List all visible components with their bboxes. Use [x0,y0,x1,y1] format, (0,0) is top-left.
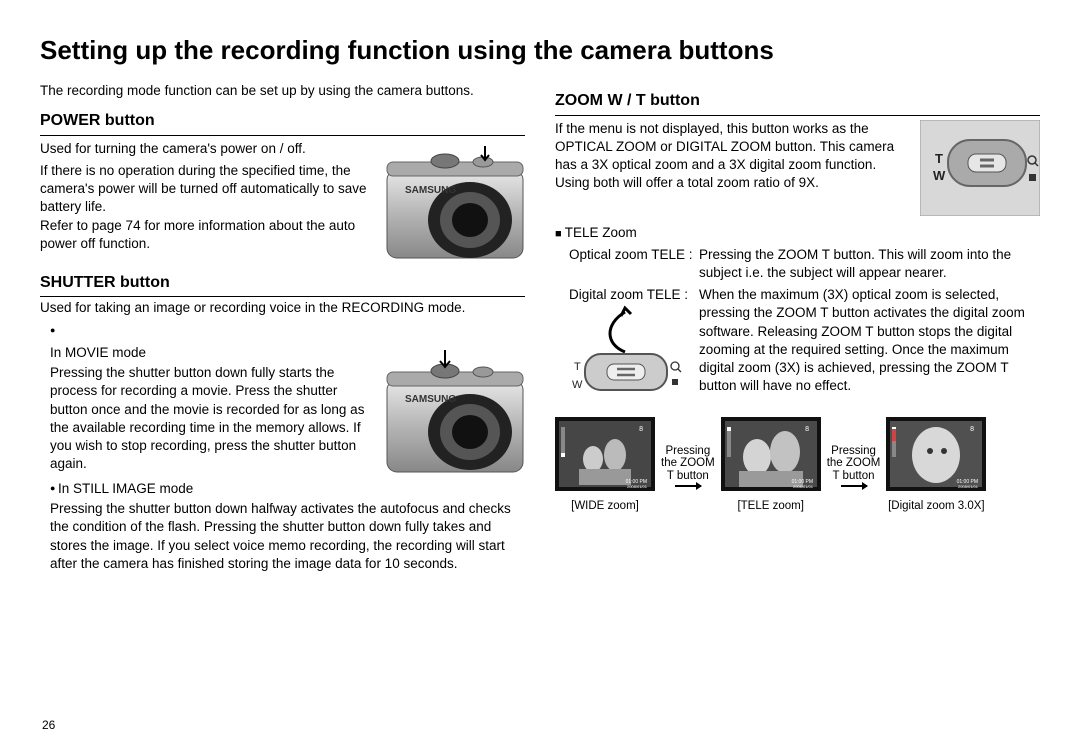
lcd-tele-caption: [TELE zoom] [721,499,821,515]
lcd-digital-zoom-illustration: 8 01:00 PM 2008/01/01 [886,417,986,491]
camera-power-illustration: SAMSUNG [385,140,525,260]
optical-tele-label: Optical zoom TELE : [569,246,699,282]
svg-text:W: W [933,168,946,183]
svg-text:SAMSUNG: SAMSUNG [405,185,456,196]
shutter-heading: SHUTTER button [40,272,525,298]
optical-tele-text: Pressing the ZOOM T button. This will zo… [699,246,1040,282]
zoom-heading: ZOOM W / T button [555,90,1040,116]
svg-text:8: 8 [805,426,809,433]
camera-shutter-illustration: SAMSUNG [385,344,525,474]
svg-text:8: 8 [970,426,974,433]
tele-zoom-heading: TELE Zoom [555,224,1040,242]
svg-text:2008/01/01: 2008/01/01 [958,484,979,489]
digital-tele-text: When the maximum (3X) optical zoom is se… [699,286,1040,395]
left-column: The recording mode function can be set u… [40,82,525,579]
svg-text:W: W [572,379,583,391]
movie-mode-text: Pressing the shutter button down fully s… [50,364,377,473]
still-mode-text: Pressing the shutter button down halfway… [50,500,525,573]
zoom-rocker-press-illustration: T W [565,304,685,398]
still-mode-label: In STILL IMAGE mode [58,481,193,496]
lcd-wide-caption: [WIDE zoom] [555,499,655,515]
svg-text:8: 8 [639,426,643,433]
page-number: 26 [42,718,55,732]
movie-mode-label: In MOVIE mode [50,345,146,360]
power-line1: Used for turning the camera's power on /… [40,140,377,158]
zoom-arrow-2: Pressing the ZOOM T button [827,445,881,487]
power-line2: If there is no operation during the spec… [40,162,377,217]
zoom-arrow-1: Pressing the ZOOM T button [661,445,715,487]
zoom-p2: Using both will offer a total zoom ratio… [555,174,912,192]
svg-text:SAMSUNG: SAMSUNG [405,394,456,405]
lcd-tele-zoom-illustration: 8 01:00 PM 2008/01/01 [721,417,821,491]
lcd-wide-zoom-illustration: 8 01:00 PM 2008/01/01 [555,417,655,491]
svg-text:2008/01/01: 2008/01/01 [627,484,648,489]
lcd-digital-caption: [Digital zoom 3.0X] [886,499,986,515]
svg-text:T: T [935,151,943,166]
power-heading: POWER button [40,110,525,136]
right-column: ZOOM W / T button If the menu is not dis… [555,82,1040,579]
zoom-p1: If the menu is not displayed, this butto… [555,120,912,175]
zoom-button-closeup-illustration: T W [920,120,1040,216]
shutter-intro: Used for taking an image or recording vo… [40,299,525,317]
svg-text:T: T [574,361,581,373]
svg-text:2008/01/01: 2008/01/01 [793,484,814,489]
page-title: Setting up the recording function using … [40,35,1040,66]
intro-text: The recording mode function can be set u… [40,82,525,100]
power-line3: Refer to page 74 for more information ab… [40,217,377,253]
